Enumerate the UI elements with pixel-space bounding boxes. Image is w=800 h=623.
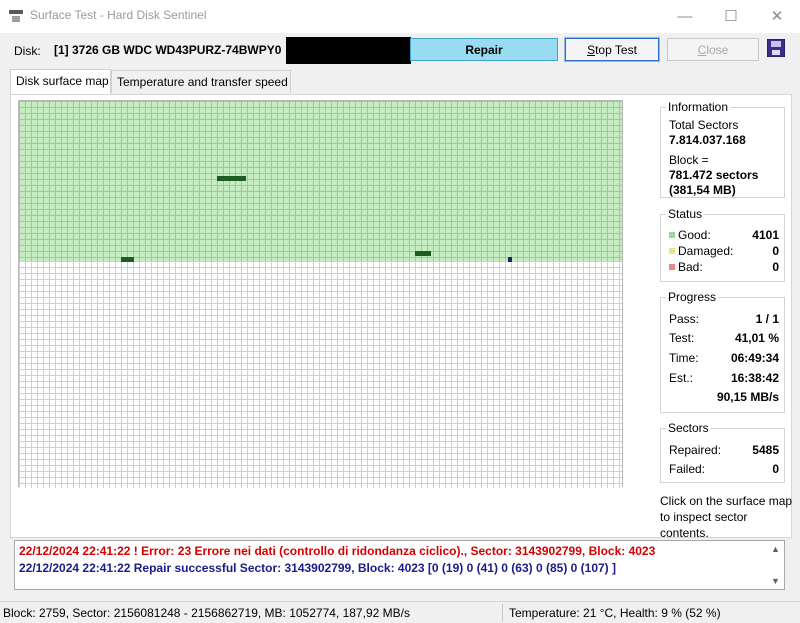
close-button[interactable]: Close — [667, 38, 759, 61]
current-block[interactable] — [508, 257, 512, 262]
total-sectors-label: Total Sectors — [669, 118, 739, 132]
time-value: 06:49:34 — [730, 351, 779, 365]
block-size-value: (381,54 MB) — [669, 183, 736, 197]
damaged-value: 0 — [772, 244, 779, 258]
pass-row: Pass: 1 / 1 — [669, 312, 779, 326]
damaged-color-swatch — [669, 248, 675, 254]
bad-label: Bad: — [678, 260, 703, 274]
progress-group: Progress Pass: 1 / 1 Test: 41,01 % Time:… — [660, 290, 785, 413]
surface-map-hint: Click on the surface map to inspect sect… — [660, 494, 793, 540]
failed-row: Failed: 0 — [669, 462, 779, 476]
sectors-title: Sectors — [666, 421, 711, 435]
repaired-row: Repaired: 5485 — [669, 443, 779, 457]
time-row: Time: 06:49:34 — [669, 351, 779, 365]
map-untested-region — [19, 261, 622, 488]
good-value: 4101 — [752, 228, 779, 242]
progress-title: Progress — [666, 290, 719, 304]
window-title: Surface Test - Hard Disk Sentinel — [30, 8, 207, 22]
status-block-info: Block: 2759, Sector: 2156081248 - 215686… — [3, 606, 410, 620]
bad-color-swatch — [669, 264, 675, 270]
scroll-down-icon[interactable]: ▼ — [767, 574, 784, 588]
stop-test-label-rest: top Test — [595, 42, 637, 57]
tab-temperature-transfer[interactable]: Temperature and transfer speed — [111, 70, 291, 93]
close-label-rest: lose — [706, 42, 729, 57]
status-damaged-row: Damaged: 0 — [669, 244, 779, 258]
status-bar: Block: 2759, Sector: 2156081248 - 215686… — [0, 601, 800, 623]
pass-value: 1 / 1 — [755, 312, 779, 326]
log-entry-error: 22/12/2024 22:41:22 ! Error: 23 Errore n… — [19, 544, 656, 558]
good-label: Good: — [678, 228, 711, 242]
minimize-button[interactable]: — — [662, 0, 708, 32]
information-title: Information — [666, 100, 731, 114]
repair-button[interactable]: Repair — [410, 38, 558, 61]
repaired-block[interactable] — [121, 257, 134, 262]
total-sectors-value: 7.814.037.168 — [669, 133, 746, 147]
repaired-value: 5485 — [752, 443, 779, 457]
scroll-up-icon[interactable]: ▲ — [767, 542, 784, 556]
test-value: 41,01 % — [734, 331, 779, 345]
status-divider — [502, 604, 503, 622]
test-label: Test: — [669, 331, 695, 345]
status-group: Status Good: 4101 Damaged: 0 Bad: 0 — [660, 207, 785, 282]
damaged-label: Damaged: — [678, 244, 734, 258]
block-label: Block = — [669, 153, 709, 167]
repaired-label: Repaired: — [669, 443, 722, 457]
disk-toolbar: Disk: [1] 3726 GB WDC WD43PURZ-74BWPY0 R… — [0, 33, 800, 67]
repaired-block[interactable] — [217, 176, 246, 181]
est-label: Est.: — [669, 371, 694, 385]
status-bad-row: Bad: 0 — [669, 260, 779, 274]
redacted-serial — [286, 37, 411, 64]
floppy-save-icon[interactable] — [767, 39, 785, 57]
good-color-swatch — [669, 232, 675, 238]
sectors-group: Sectors Repaired: 5485 Failed: 0 — [660, 421, 785, 483]
time-label: Time: — [669, 351, 699, 365]
est-row: Est.: 16:38:42 — [669, 371, 779, 385]
test-row: Test: 41,01 % — [669, 331, 779, 345]
est-value: 16:38:42 — [730, 371, 779, 385]
speed-value: 90,15 MB/s — [716, 390, 779, 404]
event-log[interactable]: 22/12/2024 22:41:22 ! Error: 23 Errore n… — [14, 540, 785, 590]
repaired-block[interactable] — [415, 251, 431, 256]
log-entry-success: 22/12/2024 22:41:22 Repair successful Se… — [19, 561, 617, 575]
status-good-row: Good: 4101 — [669, 228, 779, 242]
bad-value: 0 — [772, 260, 779, 274]
failed-value: 0 — [772, 462, 779, 476]
map-tested-region — [19, 101, 622, 261]
failed-label: Failed: — [669, 462, 706, 476]
close-window-button[interactable]: ✕ — [754, 0, 800, 32]
pass-label: Pass: — [669, 312, 700, 326]
stop-test-button[interactable]: Stop Test — [564, 37, 660, 62]
block-sectors-value: 781.472 sectors — [669, 168, 759, 182]
maximize-button[interactable]: ☐ — [708, 0, 754, 32]
tab-disk-surface-map[interactable]: Disk surface map — [10, 69, 111, 94]
status-title: Status — [666, 207, 705, 221]
disk-surface-map[interactable] — [18, 100, 623, 488]
disk-label: Disk: — [14, 44, 41, 58]
disk-selector[interactable]: [1] 3726 GB WDC WD43PURZ-74BWPY0 — [54, 43, 281, 57]
information-group: Information Total Sectors 7.814.037.168 … — [660, 100, 785, 198]
status-temperature-health: Temperature: 21 °C, Health: 9 % (52 %) — [509, 606, 721, 620]
title-bar: Surface Test - Hard Disk Sentinel — ☐ ✕ — [0, 0, 800, 33]
hdd-app-icon — [9, 10, 23, 22]
log-scrollbar[interactable]: ▲ ▼ — [767, 541, 784, 589]
